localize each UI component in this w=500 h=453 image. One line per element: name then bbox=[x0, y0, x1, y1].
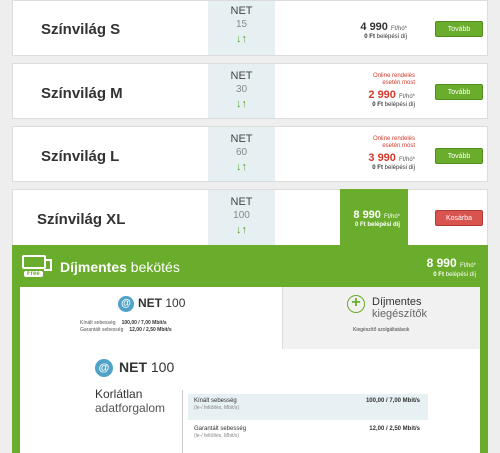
promo-line-1: Online rendelés bbox=[372, 136, 415, 142]
plus-circle-icon: + bbox=[347, 295, 365, 313]
spec-table: Kínált sebesség (le-/ feltöltés, Mbit/s)… bbox=[182, 390, 432, 453]
details-panel: Free Díjmentes bekötés 8 990 Ft/hó* 0 Ft… bbox=[12, 245, 488, 453]
panel-price: 8 990 Ft/hó* bbox=[426, 256, 476, 270]
panel-entry-fee: 0 Ft belépési díj bbox=[433, 272, 476, 278]
price: 3 990 Ft/hó* bbox=[368, 152, 415, 165]
plan-name: Színvilág S bbox=[41, 21, 121, 38]
at-icon: @ bbox=[95, 359, 113, 378]
net-label: NET bbox=[230, 196, 253, 208]
truck-icon bbox=[22, 255, 52, 271]
data-traffic-label: adatforgalom bbox=[95, 401, 166, 415]
panel-content: @ NET 100 Kínált sebesség 100,00 / 7,00 Mb… bbox=[20, 287, 480, 453]
tab-extras-subtitle: kiegészítők bbox=[372, 308, 428, 320]
updown-arrows-icon: ↓↑ bbox=[236, 161, 247, 173]
net-speed: 15 bbox=[235, 19, 248, 30]
plan-name: Színvilág L bbox=[41, 148, 120, 165]
entry-fee: 0 Ft belépési díj bbox=[364, 34, 407, 40]
net-speed: 60 bbox=[235, 147, 248, 158]
net-speed: 100 bbox=[233, 210, 250, 221]
continue-button[interactable]: Tovább bbox=[435, 148, 483, 164]
net-cell: NET 100 ↓↑ bbox=[208, 190, 275, 246]
tab-net-label: NET bbox=[138, 296, 162, 311]
entry-fee: 0 Ft belépési díj bbox=[354, 222, 400, 228]
plan-card-l: Színvilág L NET 60 ↓↑ Online rendelés es… bbox=[12, 126, 488, 182]
price-block: Online rendelés esetén most 2 990 Ft/hó*… bbox=[368, 73, 415, 108]
spec-row: Kínált sebesség (le-/ feltöltés, Mbit/s)… bbox=[188, 394, 428, 420]
continue-button[interactable]: Tovább bbox=[435, 84, 483, 100]
net-speed: 30 bbox=[235, 84, 248, 95]
price: 4 990 Ft/hó* bbox=[360, 21, 407, 33]
updown-arrows-icon: ↓↑ bbox=[236, 98, 247, 110]
net-label: NET bbox=[230, 133, 253, 145]
updown-arrows-icon: ↓↑ bbox=[236, 224, 247, 236]
price-block: Online rendelés esetén most 3 990 Ft/hó*… bbox=[368, 136, 415, 171]
promo-line-1: Online rendelés bbox=[372, 73, 415, 79]
panel-title: Díjmentes bekötés bbox=[60, 259, 180, 275]
entry-fee: 0 Ft belépési díj bbox=[372, 102, 415, 109]
price-block: 4 990 Ft/hó* 0 Ft belépési díj bbox=[360, 21, 407, 40]
continue-button[interactable]: Tovább bbox=[435, 21, 483, 37]
price: 8 990 Ft/hó* bbox=[353, 209, 400, 221]
net-cell: NET 15 ↓↑ bbox=[208, 1, 275, 55]
plan-name: Színvilág XL bbox=[37, 211, 126, 228]
tab-net-speed: 100 bbox=[165, 296, 186, 311]
net-cell: NET 60 ↓↑ bbox=[208, 127, 275, 181]
add-to-cart-button[interactable]: Kosárba bbox=[435, 210, 483, 226]
speed-row: Kínált sebesség 100,00 / 7,00 Mbit/s bbox=[80, 320, 167, 326]
promo-line-2: esetén most bbox=[382, 80, 415, 87]
tab-extras-title: Díjmentes bbox=[372, 296, 422, 308]
tab-net-head: @ NET 100 bbox=[118, 296, 185, 312]
plan-card-s: Színvilág S NET 15 ↓↑ 4 990 Ft/hó* 0 Ft … bbox=[12, 0, 488, 56]
selected-price-block: 8 990 Ft/hó* 0 Ft belépési díj bbox=[340, 189, 408, 245]
speed-row: Garantált sebesség 12,00 / 2,50 Mbit/s bbox=[80, 327, 172, 333]
free-badge: Free bbox=[24, 271, 43, 277]
tab-extras[interactable]: + Díjmentes kiegészítők Kiegészítő szolg… bbox=[282, 287, 480, 349]
tab-net[interactable]: @ NET 100 Kínált sebesség 100,00 / 7,00 Mb… bbox=[20, 287, 282, 349]
unlimited-label: Korlátlan bbox=[95, 387, 143, 401]
net-label: NET bbox=[230, 70, 253, 82]
spec-row: Garantált sebesség (le-/ feltöltés, Mbit… bbox=[194, 426, 420, 439]
price: 2 990 Ft/hó* bbox=[368, 89, 415, 102]
entry-fee: 0 Ft belépési díj bbox=[372, 165, 415, 172]
net-cell: NET 30 ↓↑ bbox=[208, 64, 275, 118]
tab-extras-caption: Kiegészítő szolgáltatások bbox=[353, 327, 410, 333]
promo-line-2: esetén most bbox=[382, 143, 415, 150]
updown-arrows-icon: ↓↑ bbox=[236, 33, 247, 45]
detail-heading: @ NET 100 bbox=[95, 359, 174, 378]
plan-card-m: Színvilág M NET 30 ↓↑ Online rendelés es… bbox=[12, 63, 488, 119]
plan-name: Színvilág M bbox=[41, 85, 123, 102]
plan-card-xl: Színvilág XL NET 100 ↓↑ Kosárba bbox=[12, 189, 488, 247]
net-label: NET bbox=[230, 5, 253, 17]
at-icon: @ bbox=[118, 296, 134, 312]
